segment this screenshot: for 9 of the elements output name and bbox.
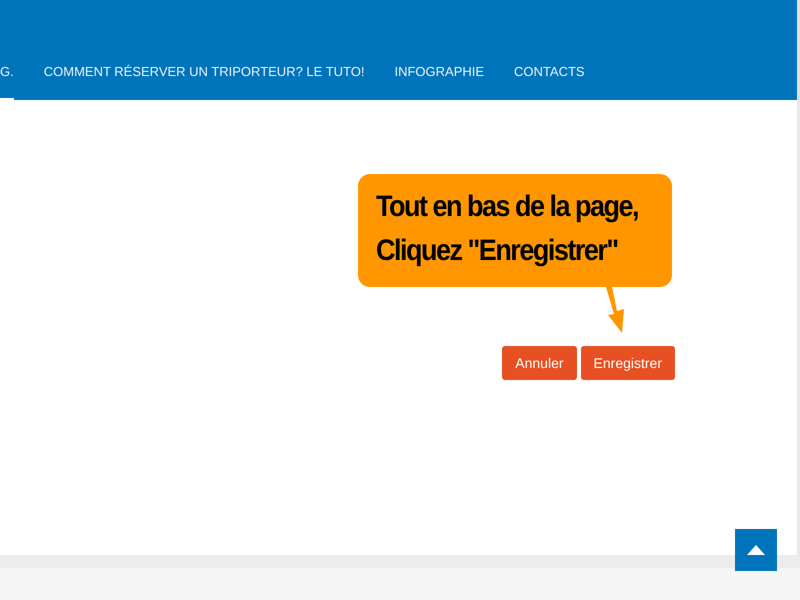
cancel-button[interactable]: Annuler xyxy=(502,346,577,380)
nav-link[interactable]: CONTACTS xyxy=(514,62,585,100)
nav-link[interactable]: COMMENT RÉSERVER UN TRIPORTEUR? LE TUTO! xyxy=(44,62,364,100)
save-button[interactable]: Enregistrer xyxy=(580,346,675,380)
scroll-top-button[interactable] xyxy=(735,529,777,571)
nav-link[interactable]: INFOGRAPHIE xyxy=(394,62,484,100)
callout-text: Cliquez "Enregistrer" xyxy=(376,232,619,269)
callout-text: Tout en bas de la page, xyxy=(376,188,640,225)
nav-link[interactable]: G. xyxy=(0,62,14,100)
